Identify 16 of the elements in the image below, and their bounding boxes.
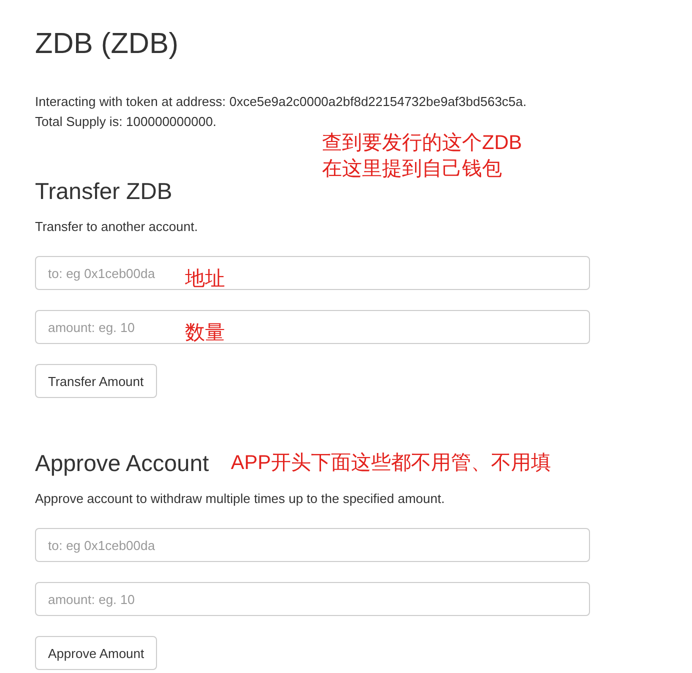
- annotation-text: 在这里提到自己钱包: [322, 157, 503, 182]
- submit-button[interactable]: Approve Amount: [35, 636, 158, 670]
- annotation-text: APP开头下面这些都不用管、不用填: [230, 451, 551, 476]
- annotation-text: 查到要发行的这个ZDB: [322, 131, 522, 156]
- annotation-text: 地址: [185, 267, 225, 292]
- submit-button[interactable]: Transfer Amount: [35, 364, 157, 398]
- page-title: ZDB (ZDB): [35, 27, 180, 62]
- section-description: Transfer to another account.: [35, 218, 199, 236]
- section-heading: Transfer ZDB: [35, 177, 172, 206]
- input-field[interactable]: amount: eg. 10: [35, 582, 590, 616]
- section-heading: Approve Account: [35, 449, 209, 478]
- info-text: Total Supply is: 100000000000.: [35, 113, 218, 131]
- section-description: Approve account to withdraw multiple times up to the specified amount.: [35, 490, 446, 508]
- input-field[interactable]: to: eg 0x1ceb00da: [35, 528, 590, 562]
- info-text: Interacting with token at address: 0xce5e9a2c0000a2bf8d22154732be9af3bd563c5a.: [35, 93, 528, 111]
- annotation-text: 数量: [185, 321, 225, 346]
